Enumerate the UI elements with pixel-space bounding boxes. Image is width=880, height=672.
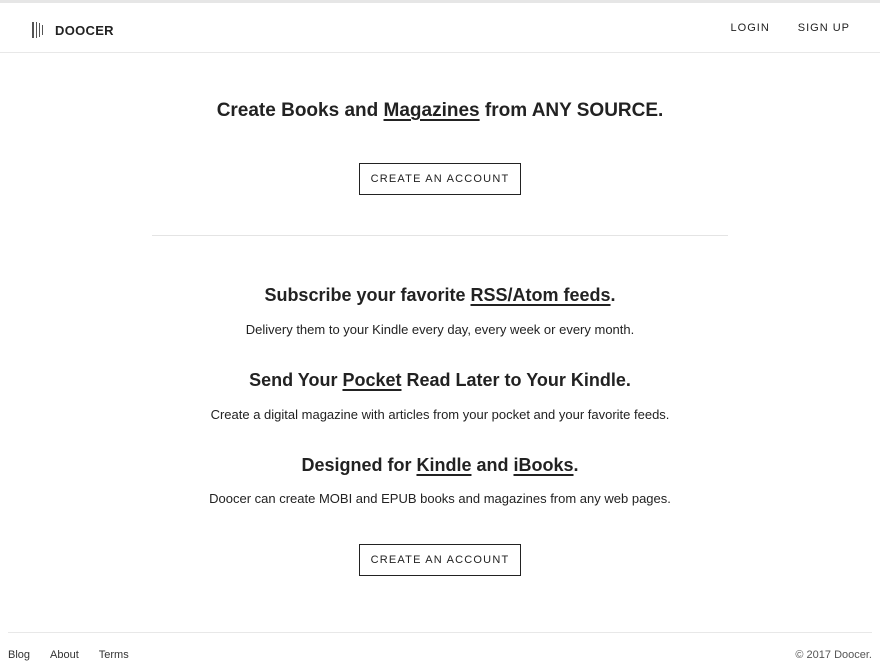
hero-title-emphasis: ANY SOURCE bbox=[531, 100, 659, 121]
kindle-link[interactable]: Kindle bbox=[416, 455, 471, 475]
ibooks-link[interactable]: iBooks bbox=[514, 455, 574, 475]
feature-title-text: Send Your bbox=[249, 370, 343, 390]
hero-title: Create Books and Magazines from ANY SOUR… bbox=[0, 100, 880, 122]
feature-desc-pocket: Create a digital magazine with articles … bbox=[210, 407, 670, 422]
feature-desc-kindle: Doocer can create MOBI and EPUB books an… bbox=[209, 491, 671, 506]
footer-links: Blog About Terms bbox=[8, 649, 149, 661]
feature-desc-rss: Delivery them to your Kindle every day, … bbox=[245, 322, 635, 337]
feature-title-text: Subscribe your favorite bbox=[264, 285, 471, 305]
create-account-button-bottom[interactable]: CREATE AN ACCOUNT bbox=[359, 544, 521, 576]
feature-title-text: Read Later to Your Kindle. bbox=[401, 370, 631, 390]
brand-link[interactable]: DOOCER bbox=[32, 21, 114, 39]
create-account-button[interactable]: CREATE AN ACCOUNT bbox=[359, 163, 521, 195]
nav-links: LOGIN SIGN UP bbox=[703, 22, 850, 34]
feature-title-text: and bbox=[471, 455, 514, 475]
pocket-link[interactable]: Pocket bbox=[342, 370, 401, 390]
bars-logo-icon bbox=[32, 22, 45, 38]
feature-title-rss: Subscribe your favorite RSS/Atom feeds. bbox=[0, 285, 880, 306]
section-divider bbox=[152, 235, 728, 236]
footer-link-about[interactable]: About bbox=[50, 649, 79, 661]
copyright: © 2017 Doocer. bbox=[795, 649, 872, 661]
feature-title-kindle: Designed for Kindle and iBooks. bbox=[0, 455, 880, 476]
feature-title-text: Designed for bbox=[301, 455, 417, 475]
footer-link-blog[interactable]: Blog bbox=[8, 649, 30, 661]
hero-title-text: . bbox=[658, 100, 664, 121]
magazines-link[interactable]: Magazines bbox=[384, 100, 480, 121]
brand-name: DOOCER bbox=[55, 22, 114, 38]
signup-link[interactable]: SIGN UP bbox=[798, 22, 850, 34]
feature-title-pocket: Send Your Pocket Read Later to Your Kind… bbox=[0, 370, 880, 391]
hero-title-text: from bbox=[479, 100, 532, 121]
footer-link-terms[interactable]: Terms bbox=[99, 649, 129, 661]
hero-title-text: Create Books and bbox=[216, 100, 384, 121]
feature-title-text: . bbox=[610, 285, 616, 305]
footer-divider bbox=[8, 632, 872, 633]
navbar: DOOCER LOGIN SIGN UP bbox=[0, 3, 880, 53]
login-link[interactable]: LOGIN bbox=[731, 22, 770, 34]
rss-feeds-link[interactable]: RSS/Atom feeds bbox=[471, 285, 611, 305]
feature-title-text: . bbox=[573, 455, 579, 475]
